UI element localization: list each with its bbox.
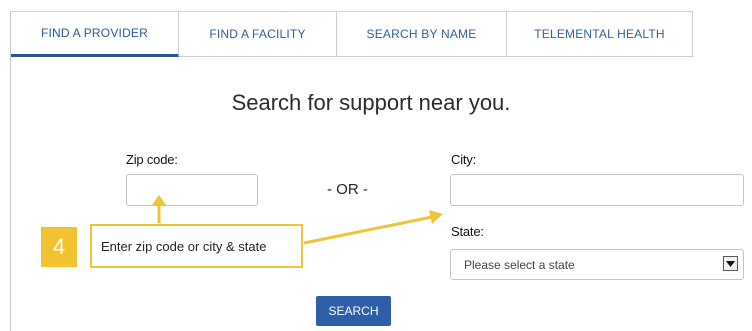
- step-badge: 4: [41, 227, 77, 267]
- callout-arrows: [152, 195, 443, 245]
- arrow-head-zip-icon: [152, 195, 166, 205]
- callout-box: Enter zip code or city & state: [90, 224, 303, 268]
- arrow-to-city: [303, 215, 433, 245]
- arrow-head-city-icon: [429, 210, 443, 224]
